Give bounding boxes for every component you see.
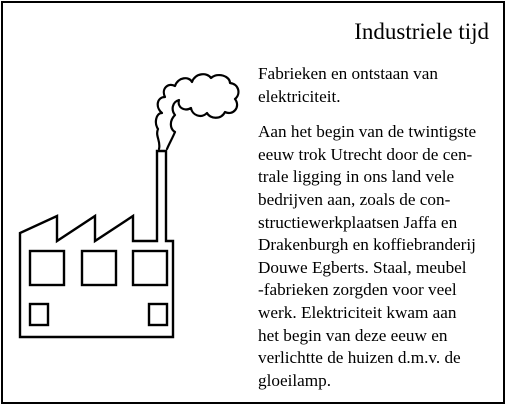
factory-window: [147, 302, 169, 327]
info-card: Industriele tijd Fabrieken en ontstaan v…: [1, 1, 505, 404]
body-paragraph: Aan het begin van de twintigste eeuw tro…: [258, 122, 477, 390]
factory-window: [28, 249, 66, 287]
factory-icon: [18, 73, 240, 339]
card-title: Industriele tijd: [354, 19, 489, 44]
factory-window: [28, 302, 50, 327]
intro-paragraph: Fabrieken en ontstaan van elektriciteit.: [258, 64, 438, 106]
factory-window: [131, 249, 169, 287]
factory-window: [80, 249, 118, 287]
smoke-cloud: [154, 73, 240, 151]
card-text: Fabrieken en ontstaan van elektriciteit.…: [258, 63, 498, 392]
